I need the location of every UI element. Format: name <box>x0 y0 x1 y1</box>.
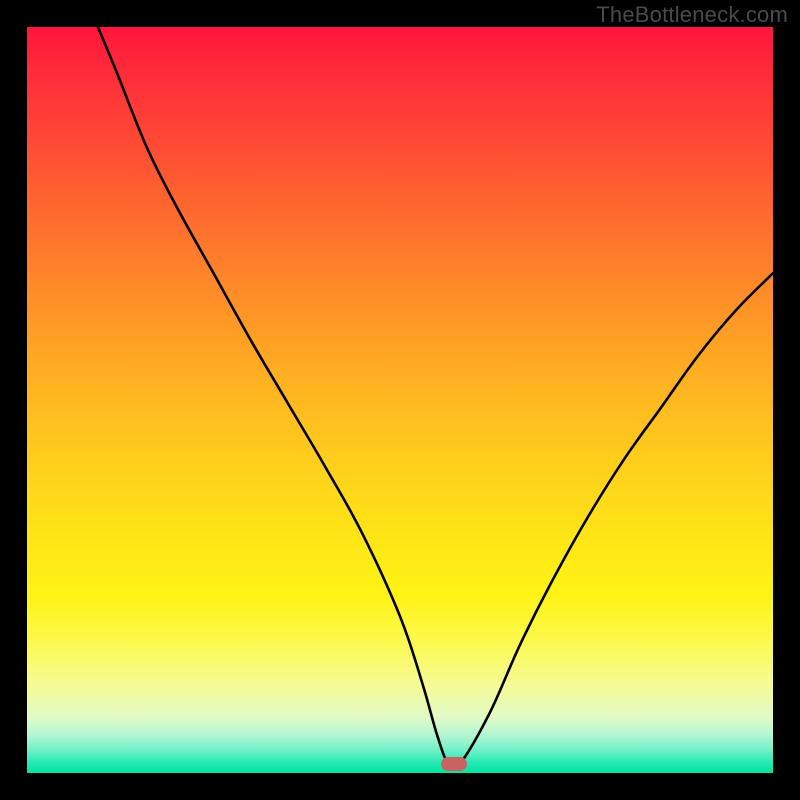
bottleneck-curve-line <box>98 27 773 769</box>
watermark-text: TheBottleneck.com <box>596 2 788 28</box>
chart-curve-svg <box>27 27 773 773</box>
chart-plot-area <box>27 27 773 773</box>
optimal-point-marker <box>441 757 467 771</box>
